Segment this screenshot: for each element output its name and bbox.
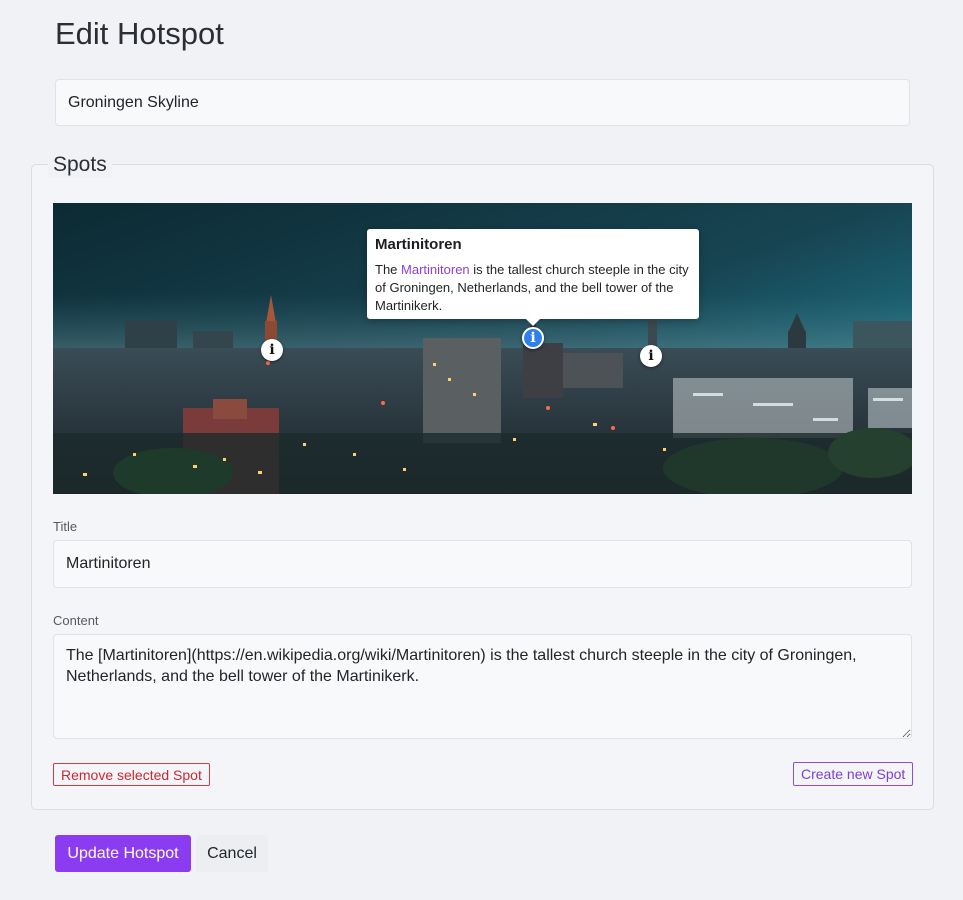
spot-content-textarea[interactable]: The [Martinitoren](https://en.wikipedia.…	[53, 634, 912, 739]
spot-title-input[interactable]	[53, 540, 912, 588]
page-title: Edit Hotspot	[55, 16, 224, 51]
remove-spot-button[interactable]: Remove selected Spot	[53, 763, 210, 786]
create-spot-button[interactable]: Create new Spot	[793, 762, 914, 786]
popover-link[interactable]: Martinitoren	[401, 262, 470, 277]
popover-body: The Martinitoren is the tallest church s…	[375, 261, 691, 315]
popover-text-before: The	[375, 262, 402, 277]
update-hotspot-button[interactable]: Update Hotspot	[55, 835, 191, 872]
info-icon[interactable]: i	[522, 327, 544, 349]
info-icon[interactable]: i	[640, 345, 662, 367]
spots-legend: Spots	[48, 153, 112, 177]
hotspot-name-input[interactable]	[55, 79, 910, 126]
title-label: Title	[53, 519, 78, 534]
info-icon[interactable]: i	[261, 339, 283, 361]
cancel-button[interactable]: Cancel	[196, 835, 268, 872]
popover-title: Martinitoren	[375, 236, 462, 253]
content-label: Content	[53, 613, 99, 628]
spot-popover: Martinitoren The Martinitoren is the tal…	[367, 229, 699, 326]
